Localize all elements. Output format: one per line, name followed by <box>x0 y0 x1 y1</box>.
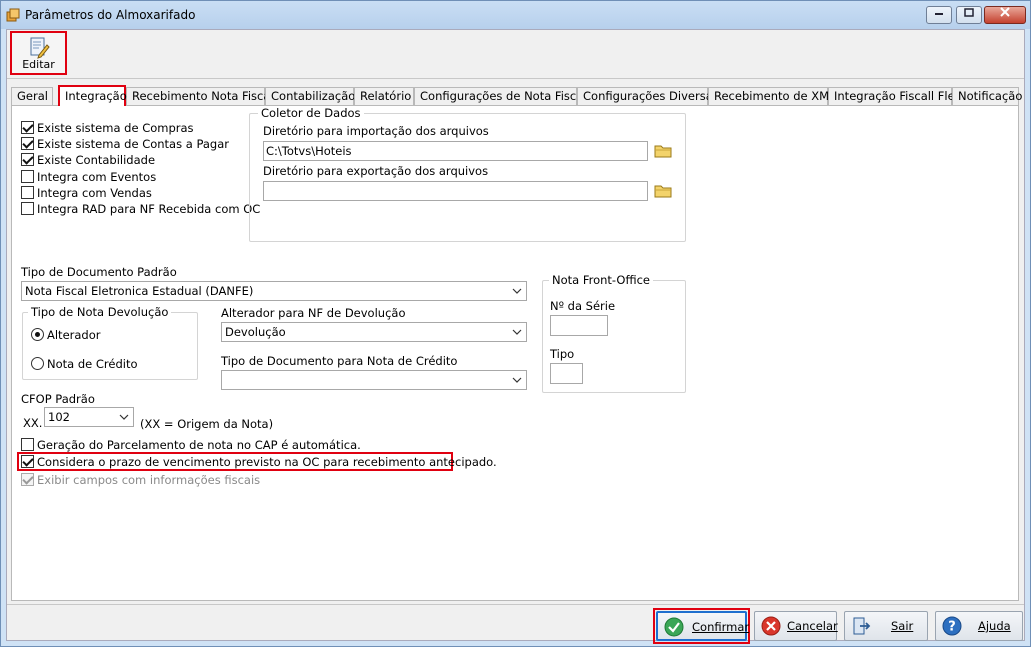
exit-button[interactable]: Sair <box>844 611 928 641</box>
checkbox-parcelamento-auto[interactable] <box>21 438 34 451</box>
toolbar-divider <box>7 78 1024 79</box>
tab-geral[interactable]: Geral <box>11 87 53 106</box>
cfop-label: CFOP Padrão <box>21 392 95 406</box>
cancel-button[interactable]: Cancelar <box>754 611 838 641</box>
series-input[interactable] <box>550 315 608 336</box>
return-alterer-value: Devolução <box>225 325 286 339</box>
chevron-down-icon <box>512 377 522 383</box>
checkbox-vendas-label: Integra com Vendas <box>37 186 152 200</box>
series-label: Nº da Série <box>550 299 616 313</box>
checkbox-contabilidade[interactable] <box>21 153 34 166</box>
front-office-title: Nota Front-Office <box>549 273 653 287</box>
edit-button[interactable]: Editar <box>10 31 67 75</box>
exit-label: Sair <box>891 619 914 633</box>
cfop-select[interactable]: 102 <box>44 407 134 427</box>
checkbox-campos-fiscais <box>21 473 34 486</box>
return-note-group: Tipo de Nota Devolução Alterador Nota de… <box>22 305 198 380</box>
folder-icon[interactable] <box>653 141 673 161</box>
credit-doc-type-label: Tipo de Documento para Nota de Crédito <box>221 354 458 368</box>
tab-configuracoes-nota-fiscal[interactable]: Configurações de Nota Fiscal <box>414 87 586 106</box>
window-client: Editar Geral Integração Recebimento Nota… <box>6 29 1025 644</box>
help-button[interactable]: ? Ajuda <box>935 611 1023 641</box>
checkbox-eventos-label: Integra com Eventos <box>37 170 157 184</box>
minimize-icon <box>935 13 943 15</box>
main-window: Parâmetros do Almoxarifado Editar Geral <box>0 0 1031 647</box>
checkbox-prazo-oc-label: Considera o prazo de vencimento previsto… <box>37 455 497 469</box>
import-dir-label: Diretório para importação dos arquivos <box>263 124 489 138</box>
cfop-value: 102 <box>48 410 70 424</box>
cancel-icon <box>761 616 781 636</box>
checkbox-contas-pagar[interactable] <box>21 137 34 150</box>
edit-icon <box>30 37 50 59</box>
return-alterer-select[interactable]: Devolução <box>221 322 527 342</box>
tab-integracao[interactable]: Integração <box>58 85 127 106</box>
radio-nota-credito[interactable] <box>31 357 44 370</box>
close-icon <box>1000 7 1010 17</box>
doc-type-select[interactable]: Nota Fiscal Eletronica Estadual (DANFE) <box>21 281 527 301</box>
chevron-down-icon <box>512 288 522 294</box>
restore-icon <box>964 8 974 17</box>
checkbox-contas-pagar-label: Existe sistema de Contas a Pagar <box>37 137 229 151</box>
checkbox-parcelamento-auto-label: Geração do Parcelamento de nota no CAP é… <box>37 438 361 452</box>
window-title: Parâmetros do Almoxarifado <box>25 8 196 22</box>
radio-alterador[interactable] <box>31 328 44 341</box>
checkbox-rad-oc-label: Integra RAD para NF Recebida com OC <box>37 202 261 216</box>
chevron-down-icon <box>512 329 522 335</box>
checkbox-rad-oc[interactable] <box>21 202 34 215</box>
radio-nota-credito-label: Nota de Crédito <box>47 357 138 371</box>
edit-label: Editar <box>22 58 55 71</box>
svg-text:?: ? <box>948 620 956 635</box>
folder-icon[interactable] <box>653 181 673 201</box>
confirm-label: Confirmar <box>692 620 750 634</box>
return-alterer-label: Alterador para NF de Devolução <box>221 306 406 320</box>
tab-relatorio[interactable]: Relatório <box>354 87 414 106</box>
type-input[interactable] <box>550 363 583 384</box>
return-note-title: Tipo de Nota Devolução <box>28 305 172 319</box>
tab-integracao-fiscall-flex[interactable]: Integração Fiscall Flex <box>828 87 961 106</box>
help-label: Ajuda <box>978 619 1011 633</box>
confirm-button[interactable]: Confirmar <box>656 611 750 641</box>
tab-configuracoes-diversas[interactable]: Configurações Diversas <box>577 87 719 106</box>
cfop-hint: (XX = Origem da Nota) <box>140 417 274 431</box>
tab-contabilizacao[interactable]: Contabilização <box>265 87 355 106</box>
check-icon <box>664 617 684 637</box>
doc-type-value: Nota Fiscal Eletronica Estadual (DANFE) <box>25 284 254 298</box>
title-bar[interactable]: Parâmetros do Almoxarifado <box>1 1 1030 29</box>
front-office-group: Nota Front-Office Nº da Série Tipo <box>542 273 686 393</box>
checkbox-vendas[interactable] <box>21 186 34 199</box>
export-dir-label: Diretório para exportação dos arquivos <box>263 164 489 178</box>
doc-type-label: Tipo de Documento Padrão <box>21 265 177 279</box>
tab-notificacao[interactable]: Notificação <box>952 87 1022 106</box>
checkbox-campos-fiscais-label: Exibir campos com informações fiscais <box>37 473 261 487</box>
type-label: Tipo <box>550 347 575 361</box>
help-icon: ? <box>942 616 962 636</box>
export-dir-input[interactable] <box>263 181 648 201</box>
tab-panel-integracao: Existe sistema de Compras Existe sistema… <box>11 105 1019 601</box>
close-button[interactable] <box>984 6 1026 24</box>
cancel-label: Cancelar <box>787 619 838 633</box>
collector-group: Coletor de Dados Diretório para importaç… <box>249 106 686 242</box>
tab-recebimento-nota-fiscal[interactable]: Recebimento Nota Fiscal <box>126 87 274 106</box>
minimize-button[interactable] <box>926 6 952 24</box>
radio-alterador-label: Alterador <box>47 328 101 342</box>
chevron-down-icon <box>119 414 129 420</box>
tab-recebimento-xml[interactable]: Recebimento de XML <box>708 87 835 106</box>
checkbox-compras-label: Existe sistema de Compras <box>37 121 194 135</box>
footer-divider <box>7 604 1024 605</box>
checkbox-compras[interactable] <box>21 121 34 134</box>
app-icon <box>6 8 20 22</box>
checkbox-eventos[interactable] <box>21 170 34 183</box>
cfop-prefix: XX. <box>23 416 43 430</box>
import-dir-input[interactable]: C:\Totvs\Hoteis <box>263 141 648 161</box>
collector-title: Coletor de Dados <box>258 106 364 120</box>
exit-door-icon <box>853 617 871 635</box>
maximize-button[interactable] <box>956 6 982 24</box>
checkbox-prazo-oc[interactable] <box>21 455 34 468</box>
checkbox-contabilidade-label: Existe Contabilidade <box>37 153 156 167</box>
credit-doc-type-select[interactable] <box>221 370 527 390</box>
